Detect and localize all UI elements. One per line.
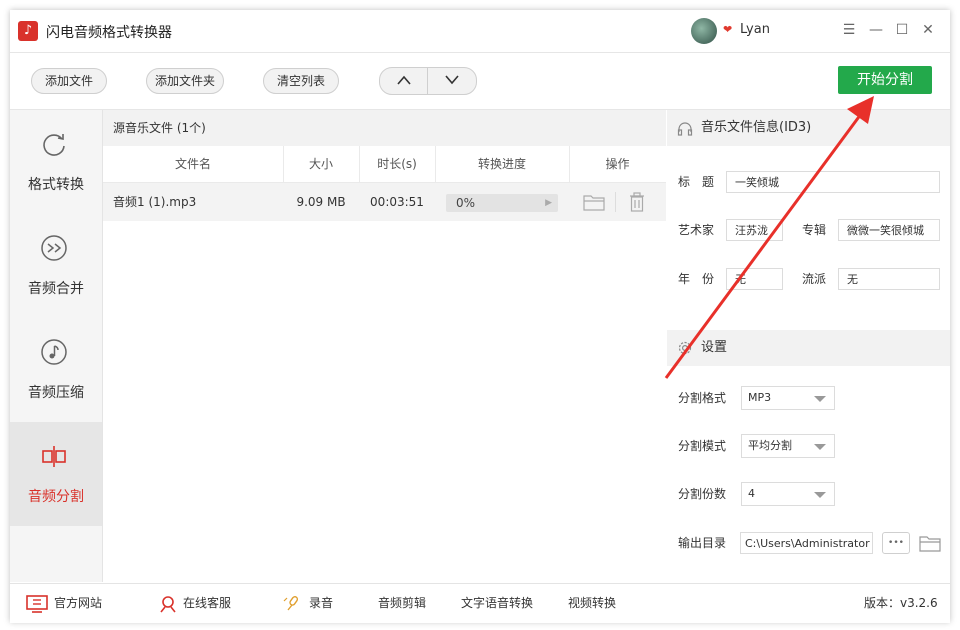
output-dir-label: 输出目录	[678, 536, 727, 550]
split-format-label: 分割格式	[678, 391, 727, 405]
vip-heart-icon: ❤	[723, 23, 733, 36]
chevron-down-icon	[814, 444, 826, 450]
start-split-button[interactable]: 开始分割	[838, 66, 932, 94]
column-header-progress: 转换进度	[435, 146, 570, 182]
sidebar-item-label: 音频合并	[28, 281, 84, 297]
headphones-icon	[677, 122, 693, 136]
tts-link[interactable]: 文字语音转换	[461, 584, 533, 623]
refresh-icon	[43, 134, 65, 156]
customer-service-icon	[160, 595, 176, 612]
avatar[interactable]	[691, 18, 717, 44]
play-icon: ▶	[545, 198, 552, 208]
music-note-icon	[41, 339, 67, 365]
official-website-link[interactable]: 官方网站	[26, 584, 102, 623]
move-buttons	[379, 67, 477, 95]
split-mode-label: 分割模式	[678, 439, 727, 453]
genre-label: 流派	[802, 272, 827, 286]
progress-bar: 0% ▶	[446, 194, 558, 212]
sidebar-item-label: 音频压缩	[28, 385, 84, 401]
artist-label: 艺术家	[678, 223, 715, 237]
username[interactable]: Lyan	[740, 22, 770, 37]
split-count-label: 分割份数	[678, 487, 727, 501]
music-info-title: 音乐文件信息(ID3)	[701, 120, 812, 135]
open-folder-icon[interactable]	[583, 193, 605, 211]
column-header-size: 大小	[283, 146, 360, 182]
official-website-label: 官方网站	[54, 596, 103, 610]
file-list-panel: 源音乐文件 (1个) 文件名 大小 时长(s) 转换进度 操作 音频1 (1).…	[103, 110, 666, 582]
column-header-name: 文件名	[103, 146, 284, 182]
file-list-title: 源音乐文件 (1个)	[103, 110, 666, 146]
file-name: 音频1 (1).mp3	[113, 195, 197, 209]
genre-field[interactable]: 无	[838, 268, 940, 290]
merge-icon	[41, 235, 67, 261]
title-bar: ♪ 闪电音频格式转换器 ❤ Lyan ☰ — ☐ ✕	[10, 10, 950, 53]
record-link[interactable]: 录音	[283, 584, 333, 623]
table-row[interactable]: 音频1 (1).mp3 9.09 MB 00:03:51 0% ▶	[103, 183, 666, 221]
chevron-up-icon	[396, 75, 411, 85]
split-count-value: 4	[748, 487, 755, 500]
sidebar-item-audio-compress[interactable]: 音频压缩	[10, 318, 102, 422]
progress-text: 0%	[456, 196, 476, 210]
audio-edit-link[interactable]: 音频剪辑	[378, 584, 426, 623]
chevron-down-icon	[444, 75, 459, 85]
settings-header: 设置	[667, 330, 950, 366]
move-down-button[interactable]	[428, 68, 475, 94]
column-header-duration: 时长(s)	[359, 146, 436, 182]
sidebar-item-label: 音频分割	[28, 489, 84, 505]
online-service-link[interactable]: 在线客服	[159, 584, 231, 623]
action-divider	[615, 192, 616, 212]
split-icon	[42, 446, 66, 467]
year-field[interactable]: 无	[726, 268, 783, 290]
split-format-select[interactable]: MP3	[741, 386, 835, 410]
right-panel: 音乐文件信息(ID3) 标 题 一笑倾城 艺术家 汪苏泷 专辑 微微一笑很倾城 …	[667, 110, 950, 582]
chevron-down-icon	[814, 492, 826, 498]
artist-field[interactable]: 汪苏泷	[726, 219, 783, 241]
record-label: 录音	[309, 596, 334, 610]
chevron-down-icon	[814, 396, 826, 402]
settings-title: 设置	[701, 340, 728, 355]
column-header-actions: 操作	[605, 157, 630, 171]
version-text: 版本：v3.2.6	[864, 596, 938, 610]
close-icon[interactable]: ✕	[918, 20, 938, 40]
sidebar-item-label: 格式转换	[28, 177, 84, 193]
clear-list-button[interactable]: 清空列表	[263, 68, 339, 94]
add-folder-button[interactable]: 添加文件夹	[146, 68, 224, 94]
title-field[interactable]: 一笑倾城	[726, 171, 940, 193]
footer: 官方网站 在线客服 录音 音频剪辑 文字语音转换 视频转换 版本：v3.2.6	[10, 583, 950, 623]
app-title: 闪电音频格式转换器	[46, 25, 172, 41]
output-dir-field[interactable]: C:\Users\Administrator	[740, 532, 873, 554]
browse-more-button[interactable]: •••	[882, 532, 910, 554]
year-label: 年 份	[678, 272, 715, 286]
menu-icon[interactable]: ☰	[839, 20, 859, 40]
split-mode-select[interactable]: 平均分割	[741, 434, 835, 458]
microphone-icon	[283, 595, 299, 610]
title-label: 标 题	[678, 175, 715, 189]
sidebar-item-format-convert[interactable]: 格式转换	[10, 110, 102, 214]
sidebar-item-audio-merge[interactable]: 音频合并	[10, 214, 102, 318]
app-window: ♪ 闪电音频格式转换器 ❤ Lyan ☰ — ☐ ✕ 添加文件 添加文件夹 清空…	[10, 10, 950, 623]
add-file-button[interactable]: 添加文件	[31, 68, 107, 94]
file-list-header: 文件名 大小 时长(s) 转换进度 操作	[103, 146, 666, 183]
toolbar: 添加文件 添加文件夹 清空列表 开始分割	[10, 53, 950, 110]
move-up-button[interactable]	[380, 68, 428, 94]
split-count-select[interactable]: 4	[741, 482, 835, 506]
split-mode-value: 平均分割	[748, 439, 792, 452]
online-service-label: 在线客服	[183, 596, 232, 610]
album-field[interactable]: 微微一笑很倾城	[838, 219, 940, 241]
gear-icon	[678, 341, 692, 355]
trash-icon[interactable]	[628, 192, 646, 212]
maximize-icon[interactable]: ☐	[892, 20, 912, 40]
monitor-icon	[26, 594, 48, 613]
sidebar-item-audio-split[interactable]: 音频分割	[10, 422, 102, 526]
minimize-icon[interactable]: —	[866, 20, 886, 40]
split-format-value: MP3	[748, 391, 772, 404]
folder-icon[interactable]	[919, 534, 941, 552]
video-convert-link[interactable]: 视频转换	[568, 584, 616, 623]
music-info-header: 音乐文件信息(ID3)	[667, 110, 950, 146]
app-logo-icon: ♪	[18, 21, 38, 41]
file-duration: 00:03:51	[370, 195, 424, 209]
sidebar: 格式转换 音频合并 音频压缩 音频分割	[10, 110, 103, 582]
file-size: 9.09 MB	[296, 195, 346, 209]
album-label: 专辑	[802, 223, 827, 237]
